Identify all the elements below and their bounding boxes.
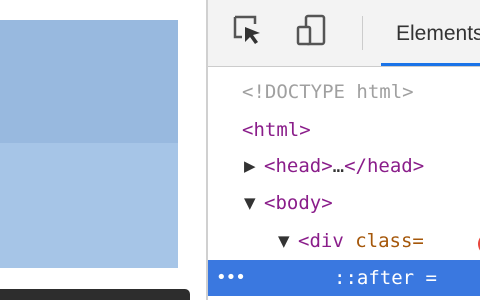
tab-elements[interactable]: Elements: [381, 0, 480, 66]
inspect-cursor-icon: [232, 14, 264, 51]
dom-node-body[interactable]: ▼ <body>: [208, 185, 480, 221]
page-dark-bar: [0, 289, 190, 300]
expand-triangle-icon[interactable]: ▶: [244, 148, 264, 184]
collapse-triangle-icon[interactable]: ▼: [244, 185, 264, 221]
dom-tree: <!DOCTYPE html> <html> ▶ <head>…</head> ▼…: [208, 67, 480, 300]
page-blue-block-top: [0, 20, 178, 143]
device-toolbar-button[interactable]: [294, 14, 330, 50]
head-open-tag: <head>: [264, 155, 333, 177]
dom-node-doctype[interactable]: <!DOCTYPE html>: [208, 74, 480, 110]
tab-elements-label: Elements: [396, 22, 480, 45]
div-class-attr: class=: [355, 230, 424, 252]
body-open-tag: <body>: [264, 192, 333, 214]
after-pseudo: ::after: [334, 267, 415, 289]
html-tag: <html>: [242, 119, 311, 141]
screen: Elements <!DOCTYPE html> <html> ▶ <head>……: [0, 0, 480, 300]
row-menu-dots-icon[interactable]: •••: [216, 260, 246, 296]
dom-node-html[interactable]: <html>: [208, 112, 480, 148]
doctype-text: <!DOCTYPE html>: [242, 81, 414, 103]
page-viewport[interactable]: [0, 0, 206, 300]
devtools-panel: Elements <!DOCTYPE html> <html> ▶ <head>……: [208, 0, 480, 300]
head-ellipsis[interactable]: …: [333, 155, 344, 177]
after-equals: =: [425, 267, 437, 289]
head-close-tag: </head>: [344, 155, 425, 177]
dom-node-div[interactable]: ▼ <div class=: [208, 223, 480, 259]
devtools-toolbar: Elements: [208, 0, 480, 67]
active-tab-indicator: [381, 63, 480, 66]
dom-node-head[interactable]: ▶ <head>…</head>: [208, 148, 480, 184]
dom-node-after-selected[interactable]: ••• ::after =: [208, 260, 480, 296]
page-blue-block-bottom: [0, 143, 178, 268]
toolbar-divider: [362, 16, 363, 50]
div-open-tag: <div: [298, 230, 344, 252]
inspect-element-button[interactable]: [230, 14, 266, 50]
device-toggle-icon: [296, 14, 328, 51]
collapse-triangle-icon[interactable]: ▼: [278, 223, 298, 259]
